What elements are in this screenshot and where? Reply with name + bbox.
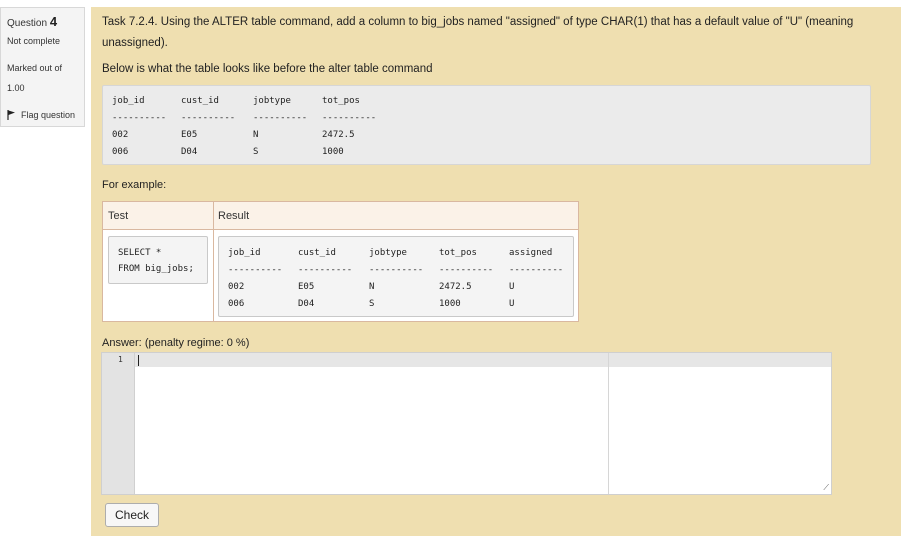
result-cell: S <box>369 299 375 309</box>
test-code-box: SELECT * FROM big_jobs; <box>108 236 208 284</box>
result-cell: U <box>509 299 515 309</box>
task-text-line-1: Task 7.2.4. Using the ALTER table comman… <box>102 16 854 28</box>
result-cell: E05 <box>298 282 315 292</box>
test-code-line: SELECT * <box>118 248 162 258</box>
result-cell: 1000 <box>439 299 461 309</box>
answer-label: Answer: (penalty regime: 0 %) <box>102 337 249 349</box>
result-header: assigned <box>509 248 553 258</box>
line-number: 1 <box>118 355 123 364</box>
result-header: tot_pos <box>439 248 477 258</box>
test-code-line: FROM big_jobs; <box>118 264 194 274</box>
before-separator: ---------- <box>112 113 167 123</box>
question-info-panel: Question 4 Not complete Marked out of 1.… <box>0 7 85 127</box>
before-cell: 2472.5 <box>322 130 355 140</box>
active-line-highlight <box>102 353 831 367</box>
before-cell: S <box>253 147 259 157</box>
before-cell: 1000 <box>322 147 344 157</box>
result-separator: ---------- <box>369 265 424 275</box>
result-cell: D04 <box>298 299 315 309</box>
flag-question-link[interactable]: Flag question <box>7 109 75 121</box>
result-cell: 2472.5 <box>439 282 472 292</box>
before-separator: ---------- <box>181 113 236 123</box>
before-header-cust-id: cust_id <box>181 96 219 106</box>
result-separator: ---------- <box>439 265 494 275</box>
col-result-header: Result <box>218 210 250 222</box>
result-cell: U <box>509 282 515 292</box>
before-cell: D04 <box>181 147 198 157</box>
examples-heading: For example: <box>102 179 167 191</box>
result-separator: ---------- <box>298 265 353 275</box>
result-cell: 006 <box>228 299 245 309</box>
check-button[interactable]: Check <box>105 503 159 527</box>
before-separator: ---------- <box>253 113 308 123</box>
result-header: cust_id <box>298 248 336 258</box>
result-cell: 002 <box>228 282 245 292</box>
before-cell: 002 <box>112 130 129 140</box>
before-separator: ---------- <box>322 113 377 123</box>
before-cell: N <box>253 130 259 140</box>
result-separator: ---------- <box>228 265 283 275</box>
examples-table-header: Test Result <box>103 202 578 230</box>
answer-label-text: Answer: <box>102 337 142 349</box>
question-number-value: 4 <box>49 14 58 29</box>
before-cell: 006 <box>112 147 129 157</box>
before-cell: E05 <box>181 130 198 140</box>
question-content: Task 7.2.4. Using the ALTER table comman… <box>91 7 901 536</box>
flag-question-label: Flag question <box>21 110 76 120</box>
question-number: Question 4 <box>7 14 57 29</box>
result-header: job_id <box>228 248 261 258</box>
result-code-box: job_id cust_id jobtype tot_pos assigned … <box>218 236 574 317</box>
before-header-job-id: job_id <box>112 96 145 106</box>
column-divider <box>213 202 214 229</box>
question-state: Not complete <box>7 36 61 46</box>
task-text-line-2: unassigned). <box>102 37 168 49</box>
before-header-tot-pos: tot_pos <box>322 96 360 106</box>
before-table-codebox: job_id cust_id jobtype tot_pos ---------… <box>102 85 871 165</box>
penalty-regime-text: (penalty regime: 0 %) <box>144 337 250 349</box>
marked-out-of-label: Marked out of <box>7 63 63 73</box>
text-cursor <box>138 355 139 366</box>
col-test-header: Test <box>108 210 129 222</box>
question-label: Question <box>7 18 48 29</box>
column-divider <box>213 230 214 321</box>
resize-handle-icon[interactable]: ⟋ <box>823 483 829 493</box>
print-margin <box>608 353 609 494</box>
answer-code-editor[interactable]: 1 ⟋ <box>101 352 832 495</box>
marked-out-of-value: 1.00 <box>7 83 25 93</box>
task-text-line-3: Below is what the table looks like befor… <box>102 63 433 75</box>
result-separator: ---------- <box>509 265 564 275</box>
flag-icon <box>7 110 15 120</box>
result-header: jobtype <box>369 248 407 258</box>
examples-table: Test Result SELECT * FROM big_jobs; job_… <box>102 201 579 322</box>
editor-gutter: 1 <box>102 353 135 494</box>
result-cell: N <box>369 282 375 292</box>
before-header-jobtype: jobtype <box>253 96 291 106</box>
